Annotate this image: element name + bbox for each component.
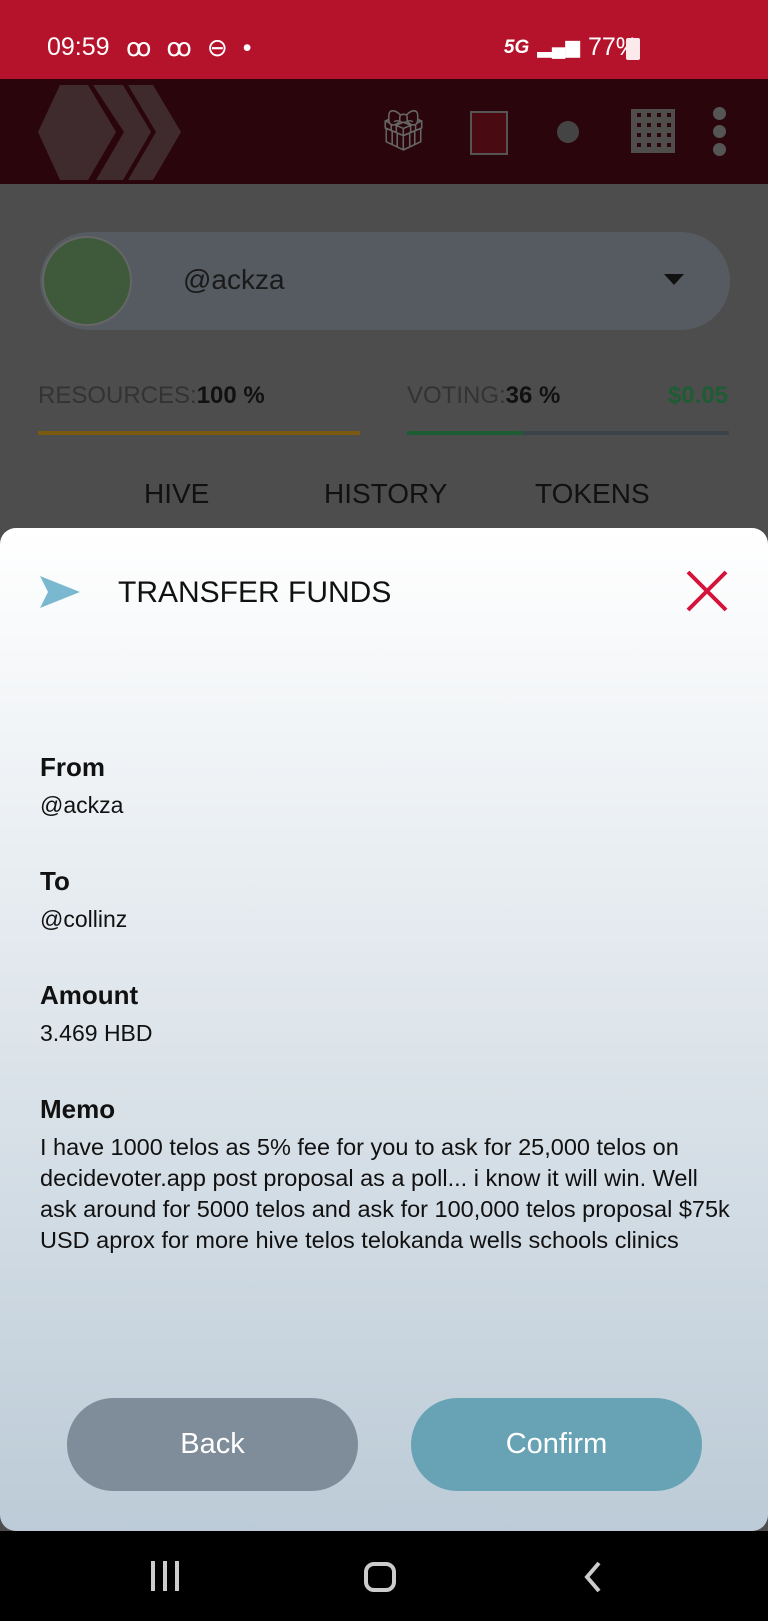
avatar	[42, 236, 132, 326]
account-username: @ackza	[183, 264, 285, 295]
more-vert-icon[interactable]	[713, 107, 727, 156]
status-bar: 09:59 ꝏ ꝏ ⊖ • 5G ▂▄▆ 77%	[0, 0, 768, 79]
voting-value: 36 %	[505, 382, 561, 409]
dialog-title: TRANSFER FUNDS	[118, 576, 392, 609]
system-nav-bar	[0, 1531, 768, 1621]
tab-history[interactable]: HISTORY	[324, 478, 447, 510]
resources-value: 100 %	[196, 382, 265, 409]
confirm-button[interactable]: Confirm	[411, 1398, 702, 1491]
memo-label: Memo	[40, 1094, 116, 1124]
from-label: From	[40, 752, 105, 782]
cube-icon[interactable]	[470, 111, 508, 155]
hive-logo-icon	[38, 85, 181, 180]
voting-usd: $0.05	[667, 382, 728, 409]
notification-icons: ꝏ ꝏ ⊖ •	[126, 34, 256, 62]
network-icon: 5G	[503, 36, 530, 58]
to-value: @collinz	[40, 906, 128, 932]
home-icon[interactable]	[364, 1562, 396, 1592]
to-label: To	[40, 866, 70, 896]
amount-label: Amount	[40, 980, 139, 1010]
qr-code-icon[interactable]	[631, 109, 675, 153]
dot-icon[interactable]	[557, 121, 579, 143]
back-button[interactable]: Back	[67, 1398, 358, 1491]
voting-bar-fill	[407, 431, 523, 435]
clock: 09:59	[47, 33, 110, 61]
account-selector[interactable]	[40, 232, 730, 330]
battery-icon	[626, 38, 640, 60]
signal-icon: ▂▄▆	[537, 37, 580, 58]
app-header: 🎁︎	[0, 79, 768, 184]
voting-stat: VOTING:36 %	[407, 382, 560, 410]
chevron-down-icon[interactable]	[664, 274, 684, 285]
voting-label: VOTING:	[407, 382, 506, 409]
memo-value: I have 1000 telos as 5% fee for you to a…	[40, 1134, 730, 1253]
amount-value: 3.469 HBD	[40, 1020, 153, 1046]
from-value: @ackza	[40, 792, 124, 818]
voting-bar	[407, 431, 729, 435]
tab-tokens[interactable]: TOKENS	[535, 478, 650, 510]
close-icon[interactable]	[686, 570, 728, 612]
send-icon	[40, 576, 80, 608]
resources-bar	[38, 431, 360, 435]
tab-hive[interactable]: HIVE	[144, 478, 209, 510]
back-icon[interactable]	[583, 1561, 603, 1593]
gift-icon[interactable]: 🎁︎	[378, 107, 429, 154]
resources-stat: RESOURCES:100 %	[38, 382, 265, 410]
resources-label: RESOURCES:	[38, 382, 197, 409]
recents-icon[interactable]	[151, 1561, 179, 1591]
